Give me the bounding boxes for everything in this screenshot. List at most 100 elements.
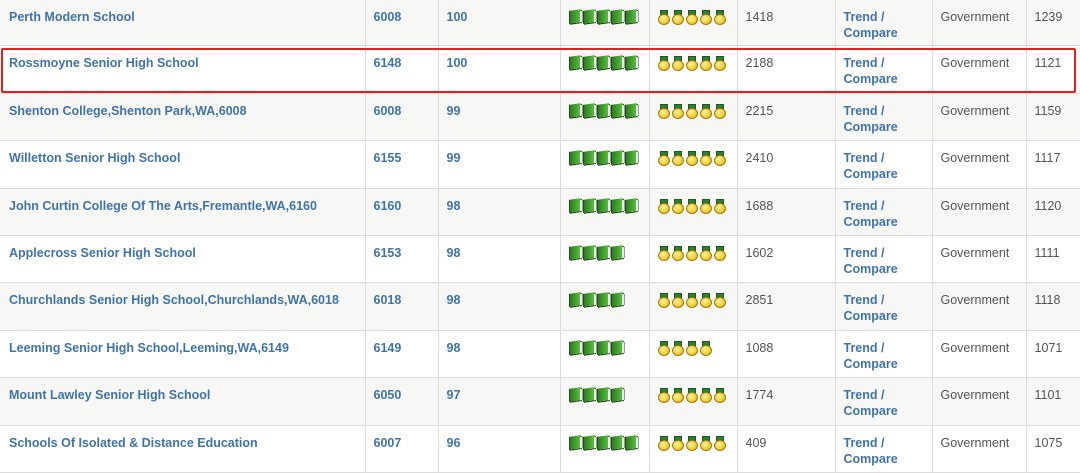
- book-icon: [568, 245, 581, 260]
- school-name-link[interactable]: Applecross Senior High School: [9, 246, 196, 260]
- enrolments-value: 1418: [745, 10, 774, 24]
- postcode-link[interactable]: 6008: [374, 10, 402, 24]
- trend-link[interactable]: Trend /: [844, 387, 924, 403]
- score-cell: 99: [438, 93, 561, 142]
- school-name-link[interactable]: Churchlands Senior High School,Churchlan…: [9, 293, 339, 307]
- trend-link[interactable]: Trend /: [844, 292, 924, 308]
- school-name-link[interactable]: Perth Modern School: [9, 10, 135, 24]
- school-name-link[interactable]: Mount Lawley Senior High School: [9, 388, 210, 402]
- school-name-cell: Willetton Senior High School: [0, 140, 366, 189]
- postcode-link[interactable]: 6008: [374, 104, 402, 118]
- compare-link[interactable]: Compare: [844, 261, 924, 277]
- score-link[interactable]: 100: [447, 10, 468, 24]
- school-name-cell: Mount Lawley Senior High School: [0, 377, 366, 426]
- medal-icon: [699, 435, 712, 451]
- score-link[interactable]: 96: [447, 436, 461, 450]
- medal-icon: [671, 388, 684, 404]
- trend-link[interactable]: Trend /: [844, 198, 924, 214]
- compare-link[interactable]: Compare: [844, 25, 924, 41]
- medal-icon: [685, 103, 698, 119]
- sector-cell: Government: [932, 188, 1027, 236]
- icsea-value: 1071: [1034, 340, 1063, 355]
- trend-link[interactable]: Trend /: [844, 103, 924, 119]
- icsea-cell: 1075: [1026, 425, 1080, 473]
- postcode-link[interactable]: 6155: [374, 151, 402, 165]
- school-name-link[interactable]: Leeming Senior High School,Leeming,WA,61…: [9, 341, 289, 355]
- sector-cell: Government: [932, 282, 1027, 331]
- book-rating: [568, 387, 641, 402]
- books-cell: [560, 425, 650, 473]
- score-link[interactable]: 97: [447, 388, 461, 402]
- postcode-link[interactable]: 6149: [374, 341, 402, 355]
- postcode-cell: 6007: [365, 425, 439, 473]
- compare-link[interactable]: Compare: [844, 214, 924, 230]
- enrolments-value: 2851: [745, 293, 774, 308]
- medal-icon: [671, 340, 684, 356]
- book-icon: [596, 434, 609, 450]
- score-link[interactable]: 100: [447, 56, 468, 70]
- score-link[interactable]: 98: [447, 341, 461, 355]
- postcode-cell: 6149: [365, 330, 439, 379]
- postcode-link[interactable]: 6148: [374, 56, 402, 70]
- compare-link[interactable]: Compare: [844, 451, 924, 467]
- compare-link[interactable]: Compare: [844, 403, 924, 419]
- trend-link[interactable]: Trend /: [844, 9, 924, 25]
- postcode-link[interactable]: 6007: [374, 436, 402, 450]
- book-rating: [568, 339, 641, 355]
- compare-link[interactable]: Compare: [844, 356, 924, 372]
- medal-rating: [657, 55, 729, 72]
- trend-link[interactable]: Trend /: [844, 150, 924, 166]
- school-name-link[interactable]: John Curtin College Of The Arts,Fremantl…: [9, 199, 317, 213]
- enrolments-cell: 2188: [737, 45, 836, 94]
- table-row: Perth Modern School 6008 100 1418 Trend …: [0, 0, 1080, 47]
- book-icon: [582, 102, 595, 118]
- score-cell: 98: [438, 282, 561, 331]
- sector-value: Government: [940, 293, 1010, 308]
- school-name-link[interactable]: Rossmoyne Senior High School: [9, 56, 199, 70]
- sector-cell: Government: [932, 140, 1027, 189]
- score-cell: 100: [438, 0, 561, 47]
- medals-cell: [649, 282, 738, 331]
- sector-cell: Government: [932, 93, 1027, 142]
- trend-link[interactable]: Trend /: [844, 55, 924, 71]
- score-link[interactable]: 99: [447, 104, 461, 118]
- score-link[interactable]: 98: [447, 246, 461, 260]
- icsea-cell: 1159: [1026, 93, 1080, 142]
- medal-icon: [699, 151, 712, 167]
- book-icon: [596, 197, 609, 213]
- medals-cell: [649, 188, 738, 236]
- icsea-value: 1075: [1034, 435, 1063, 450]
- book-icon: [582, 245, 595, 260]
- postcode-link[interactable]: 6160: [374, 199, 402, 213]
- compare-link[interactable]: Compare: [844, 166, 924, 182]
- postcode-link[interactable]: 6153: [374, 246, 402, 260]
- compare-link[interactable]: Compare: [844, 119, 924, 135]
- medals-cell: [649, 140, 738, 189]
- book-icon: [568, 55, 581, 71]
- trend-link[interactable]: Trend /: [844, 245, 924, 261]
- icsea-cell: 1239: [1026, 0, 1080, 47]
- enrolments-value: 2188: [745, 56, 774, 71]
- trend-link[interactable]: Trend /: [844, 340, 924, 356]
- book-icon: [568, 387, 581, 402]
- score-link[interactable]: 98: [447, 293, 461, 307]
- sector-value: Government: [940, 435, 1010, 450]
- score-cell: 98: [438, 188, 561, 236]
- table-row: Willetton Senior High School 6155 99 241…: [0, 140, 1080, 189]
- trend-link[interactable]: Trend /: [844, 435, 924, 451]
- school-name-link[interactable]: Shenton College,Shenton Park,WA,6008: [9, 104, 247, 118]
- postcode-cell: 6155: [365, 140, 439, 189]
- book-icon: [610, 102, 623, 118]
- postcode-link[interactable]: 6018: [374, 293, 402, 307]
- compare-link[interactable]: Compare: [844, 71, 924, 87]
- book-icon: [582, 55, 595, 71]
- postcode-link[interactable]: 6050: [374, 388, 402, 402]
- trend-cell: Trend / Compare: [835, 188, 933, 236]
- score-cell: 99: [438, 140, 561, 189]
- score-link[interactable]: 99: [447, 151, 461, 165]
- medal-icon: [657, 103, 670, 119]
- score-link[interactable]: 98: [447, 199, 461, 213]
- school-name-link[interactable]: Willetton Senior High School: [9, 151, 180, 165]
- compare-link[interactable]: Compare: [844, 308, 924, 324]
- school-name-link[interactable]: Schools Of Isolated & Distance Education: [9, 436, 258, 450]
